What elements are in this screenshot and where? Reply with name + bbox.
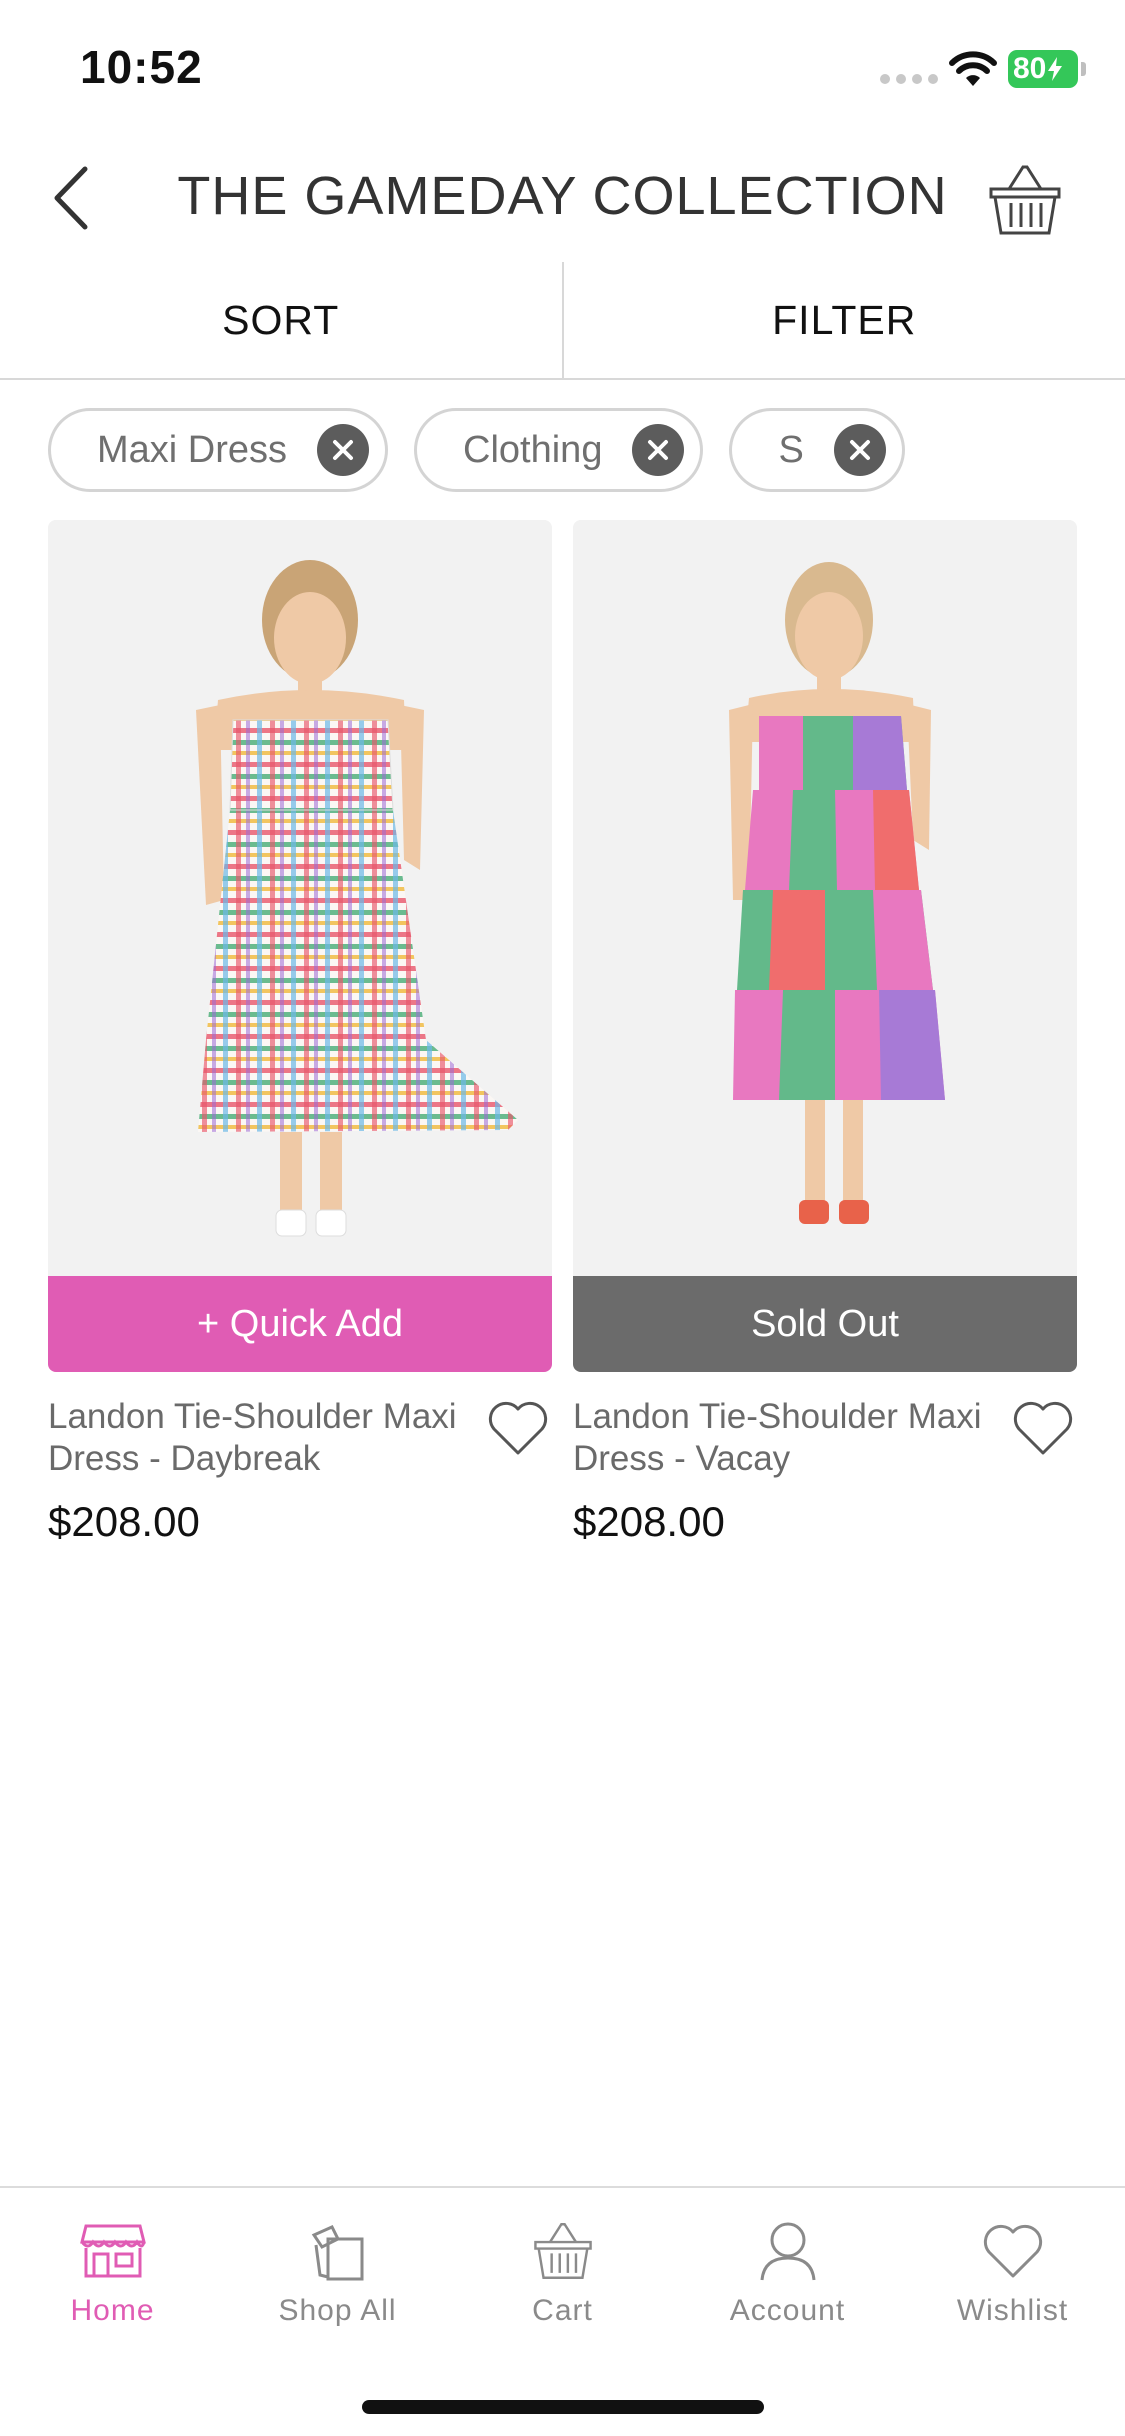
- tab-label: Account: [729, 2294, 846, 2327]
- tab-shop-all[interactable]: Shop All: [225, 2218, 450, 2348]
- page-title: THE GAMEDAY COLLECTION: [177, 166, 948, 226]
- tab-label: Wishlist: [956, 2294, 1069, 2327]
- product-price: $208.00: [573, 1498, 725, 1545]
- remove-filter-button[interactable]: [317, 424, 370, 476]
- quick-add-button[interactable]: + Quick Add: [48, 1276, 552, 1372]
- charging-bolt-icon: [1048, 57, 1063, 81]
- heart-icon: [983, 2224, 1042, 2278]
- filter-chip-size-s: S: [729, 408, 905, 492]
- sort-filter-bar: SORT FILTER: [0, 262, 1125, 380]
- tab-label: Home: [70, 2294, 155, 2327]
- close-icon: [648, 440, 669, 460]
- heart-icon: [488, 1401, 548, 1455]
- storefront-icon: [79, 2224, 146, 2278]
- close-icon: [333, 440, 354, 460]
- sold-out-label: Sold Out: [573, 1276, 1077, 1372]
- wishlist-toggle-button[interactable]: [1009, 1396, 1077, 1460]
- chevron-left-icon: [54, 166, 88, 230]
- product-image[interactable]: [573, 520, 1077, 1276]
- basket-icon: [533, 2223, 592, 2279]
- status-time: 10:52: [80, 41, 203, 93]
- product-card[interactable]: + Quick Add Landon Tie-Shoulder Maxi Dre…: [48, 520, 552, 1556]
- person-icon: [760, 2222, 815, 2281]
- wishlist-toggle-button[interactable]: [484, 1396, 552, 1460]
- header-cart-button[interactable]: [985, 160, 1065, 240]
- tab-label: Cart: [532, 2294, 593, 2327]
- product-price: $208.00: [48, 1498, 200, 1545]
- product-info: Landon Tie-Shoulder Maxi Dress - Vacay $…: [573, 1396, 1077, 1556]
- cellular-signal-icon: [880, 74, 938, 84]
- product-card[interactable]: Sold Out Landon Tie-Shoulder Maxi Dress …: [573, 520, 1077, 1556]
- battery-level: 80: [1013, 52, 1047, 85]
- filter-chip-clothing: Clothing: [414, 408, 704, 492]
- tab-account[interactable]: Account: [675, 2218, 900, 2348]
- filter-chip-maxi-dress: Maxi Dress: [48, 408, 389, 492]
- top-header: THE GAMEDAY COLLECTION: [0, 135, 1125, 260]
- heart-icon: [1013, 1401, 1073, 1455]
- chip-label: S: [778, 428, 804, 471]
- chip-label: Maxi Dress: [97, 428, 288, 471]
- dress-photo-colorblock: [573, 520, 1077, 1276]
- sort-button[interactable]: SORT: [0, 262, 562, 378]
- active-filter-chips: Maxi Dress Clothing S: [48, 408, 905, 492]
- product-name[interactable]: Landon Tie-Shoulder Maxi Dress - Daybrea…: [48, 1396, 468, 1480]
- tab-cart[interactable]: Cart: [450, 2218, 675, 2348]
- tab-wishlist[interactable]: Wishlist: [900, 2218, 1125, 2348]
- status-bar: 10:52 80: [0, 0, 1125, 135]
- close-icon: [849, 440, 870, 460]
- product-info: Landon Tie-Shoulder Maxi Dress - Daybrea…: [48, 1396, 552, 1556]
- product-name[interactable]: Landon Tie-Shoulder Maxi Dress - Vacay: [573, 1396, 993, 1480]
- battery-icon: 80: [1008, 50, 1078, 88]
- back-button[interactable]: [40, 163, 100, 233]
- battery-nub: [1081, 62, 1086, 76]
- chip-label: Clothing: [463, 428, 603, 471]
- basket-icon: [989, 165, 1061, 235]
- dress-photo-plaid: [48, 520, 552, 1276]
- product-grid: + Quick Add Landon Tie-Shoulder Maxi Dre…: [48, 520, 1077, 1556]
- product-image[interactable]: [48, 520, 552, 1276]
- filter-button[interactable]: FILTER: [564, 262, 1125, 378]
- shopping-bags-icon: [311, 2225, 363, 2281]
- wifi-icon: [949, 51, 997, 86]
- home-indicator: [362, 2400, 764, 2414]
- bottom-tab-bar: Home Shop All Cart Account Wishlist: [0, 2186, 1125, 2436]
- tab-home[interactable]: Home: [0, 2218, 225, 2348]
- tab-label: Shop All: [278, 2294, 397, 2327]
- remove-filter-button[interactable]: [833, 424, 886, 476]
- remove-filter-button[interactable]: [632, 424, 685, 476]
